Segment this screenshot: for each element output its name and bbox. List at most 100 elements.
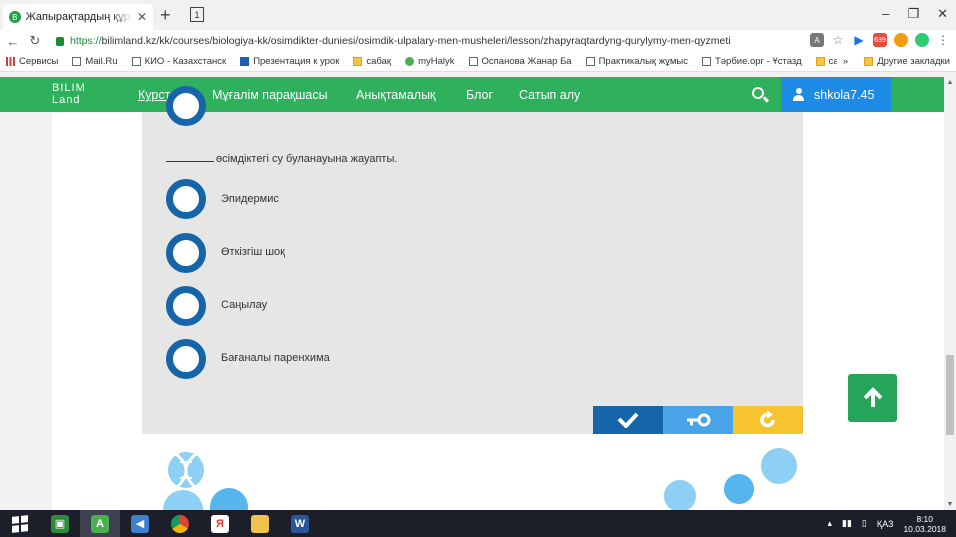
address-bar: ← ↻ https://bilimland.kz/kk/courses/biol… [0, 30, 956, 52]
bookmark-item[interactable]: Тәрбие.орг - Ұстазд [701, 56, 802, 67]
taskbar-app-a[interactable]: A [80, 510, 120, 537]
taskbar-app-word[interactable]: W [280, 510, 320, 537]
store-icon: ▣ [51, 514, 69, 533]
scroll-to-top-button[interactable] [848, 374, 897, 422]
answer-radio-previous[interactable] [166, 86, 206, 126]
clock-date: 10.03.2018 [903, 523, 946, 534]
answer-label-1[interactable]: Эпидермис [221, 193, 279, 205]
check-answer-button[interactable] [593, 406, 663, 434]
battery-icon[interactable]: ▯ [862, 518, 867, 529]
nav-reference[interactable]: Анықтамалық [356, 88, 436, 102]
menu-dots-icon[interactable]: ⋮ [936, 33, 950, 47]
refresh-icon [760, 410, 775, 428]
taskbar-app-explorer[interactable] [240, 510, 280, 537]
windows-taskbar: ▣ A ◀ Я W ▴ ▮▮ ▯ ҚАЗ 8:10 10.03.2018 [0, 510, 956, 537]
decorative-bubble [724, 474, 754, 504]
bookmark-item[interactable]: Сервисы [6, 56, 58, 67]
clock[interactable]: 8:10 10.03.2018 [903, 514, 946, 534]
language-indicator[interactable]: ҚАЗ [877, 519, 894, 529]
close-window-icon[interactable]: ✕ [937, 6, 948, 22]
question-blank [166, 161, 214, 162]
page-icon [131, 57, 141, 66]
tray-expand-icon[interactable]: ▴ [827, 518, 832, 529]
network-icon[interactable]: ▮▮ [842, 518, 852, 529]
url-input[interactable]: https://bilimland.kz/kk/courses/biologiy… [56, 31, 786, 51]
user-account-button[interactable]: shkola7.45 [781, 77, 891, 112]
answer-label-3[interactable]: Саңылау [221, 299, 267, 311]
taskbar-app-media[interactable]: ◀ [120, 510, 160, 537]
orange-extension-icon[interactable] [894, 33, 908, 47]
key-icon [687, 413, 711, 427]
answer-radio-4[interactable] [166, 339, 206, 379]
scrollbar-thumb[interactable] [946, 355, 954, 435]
browser-tab[interactable]: B Жапырақтардың құрылысы ✕ [3, 4, 153, 30]
media-player-icon: ◀ [131, 514, 149, 533]
app-a-icon: A [91, 514, 109, 533]
question-text: өсімдіктегі су буланауына жауапты. [166, 153, 397, 165]
system-tray: ▴ ▮▮ ▯ ҚАЗ 8:10 10.03.2018 [827, 510, 946, 537]
tab-strip: B Жапырақтардың құрылысы ✕ + 1 – ❐ ✕ [0, 0, 956, 30]
green-extension-icon[interactable] [915, 33, 929, 47]
taskbar-app-store[interactable]: ▣ [40, 510, 80, 537]
show-answer-button[interactable] [663, 406, 733, 434]
bookmark-item[interactable]: Оспанова Жанар Ба [468, 56, 572, 67]
arrow-up-icon [863, 387, 882, 407]
search-icon[interactable] [752, 87, 764, 99]
checkmark-icon [617, 412, 639, 428]
taskbar-app-yandex[interactable]: Я [200, 510, 240, 537]
file-explorer-icon [251, 514, 269, 533]
page-icon [701, 57, 711, 66]
window-controls: – ❐ ✕ [882, 6, 948, 22]
extension-icons: A ☆ ▶ 639 ⋮ [810, 33, 950, 47]
answer-label-2[interactable]: Өткізгіш шоқ [221, 246, 285, 258]
bookmark-item[interactable]: сабақ [353, 56, 391, 67]
url-text: https://bilimland.kz/kk/courses/biologiy… [70, 35, 731, 47]
translate-icon[interactable]: A [810, 33, 824, 47]
bookmark-item[interactable]: Презентация к урок [240, 56, 339, 67]
start-button[interactable] [0, 510, 40, 537]
bookmarks-overflow: » Другие закладки [836, 56, 950, 67]
bookmark-item[interactable]: myHalyk [405, 56, 455, 67]
back-icon[interactable]: ← [4, 34, 22, 49]
clock-time: 8:10 [916, 513, 933, 524]
play-extension-icon[interactable]: ▶ [852, 33, 866, 47]
bookmark-item[interactable]: Mail.Ru [72, 56, 118, 67]
answer-radio-2[interactable] [166, 233, 206, 273]
answer-radio-3[interactable] [166, 286, 206, 326]
check-icon [240, 57, 250, 66]
bookmark-item[interactable]: Практикалық жұмыс [585, 56, 688, 67]
tab-title: Жапырақтардың құрылысы [25, 11, 132, 23]
yandex-icon: Я [211, 514, 229, 533]
folder-icon [864, 57, 874, 66]
other-bookmarks-folder[interactable]: Другие закладки [864, 56, 950, 67]
badge-extension-icon[interactable]: 639 [873, 33, 887, 47]
user-icon [793, 88, 804, 101]
minimize-icon[interactable]: – [882, 6, 889, 22]
username: shkola7.45 [814, 87, 875, 102]
chrome-icon [171, 514, 189, 533]
retry-button[interactable] [733, 406, 803, 434]
new-tab-button[interactable]: + [160, 6, 171, 24]
more-bookmarks-button[interactable]: » [843, 56, 848, 67]
decorative-bubble [761, 448, 797, 484]
bookmarks-bar: Сервисы Mail.Ru КИО - Казахстанск Презен… [0, 52, 956, 72]
reload-icon[interactable]: ↻ [26, 33, 44, 49]
quiz-panel: өсімдіктегі су буланауына жауапты. Эпиде… [142, 86, 803, 434]
page-scrollbar[interactable]: ▲ ▼ [944, 77, 956, 510]
nav-buy[interactable]: Сатып алу [519, 88, 580, 102]
bookmark-star-icon[interactable]: ☆ [831, 33, 845, 47]
nav-blog[interactable]: Блог [466, 88, 493, 102]
tab-close-icon[interactable]: ✕ [137, 10, 147, 24]
bookmark-item[interactable]: КИО - Казахстанск [131, 56, 226, 67]
apps-icon [6, 57, 15, 66]
restore-icon[interactable]: ❐ [907, 6, 919, 22]
scroll-down-arrow-icon[interactable]: ▼ [944, 501, 956, 508]
answer-radio-1[interactable] [166, 179, 206, 219]
scroll-up-arrow-icon[interactable]: ▲ [944, 79, 956, 86]
quiz-action-bar [593, 406, 803, 434]
answer-label-4[interactable]: Бағаналы паренхима [221, 352, 330, 364]
nav-teacher-page[interactable]: Мұғалім парақшасы [212, 88, 328, 102]
tab-count-button[interactable]: 1 [190, 7, 204, 22]
taskbar-app-chrome[interactable] [160, 510, 200, 537]
bilimland-logo[interactable]: BILIM Land [52, 82, 86, 106]
